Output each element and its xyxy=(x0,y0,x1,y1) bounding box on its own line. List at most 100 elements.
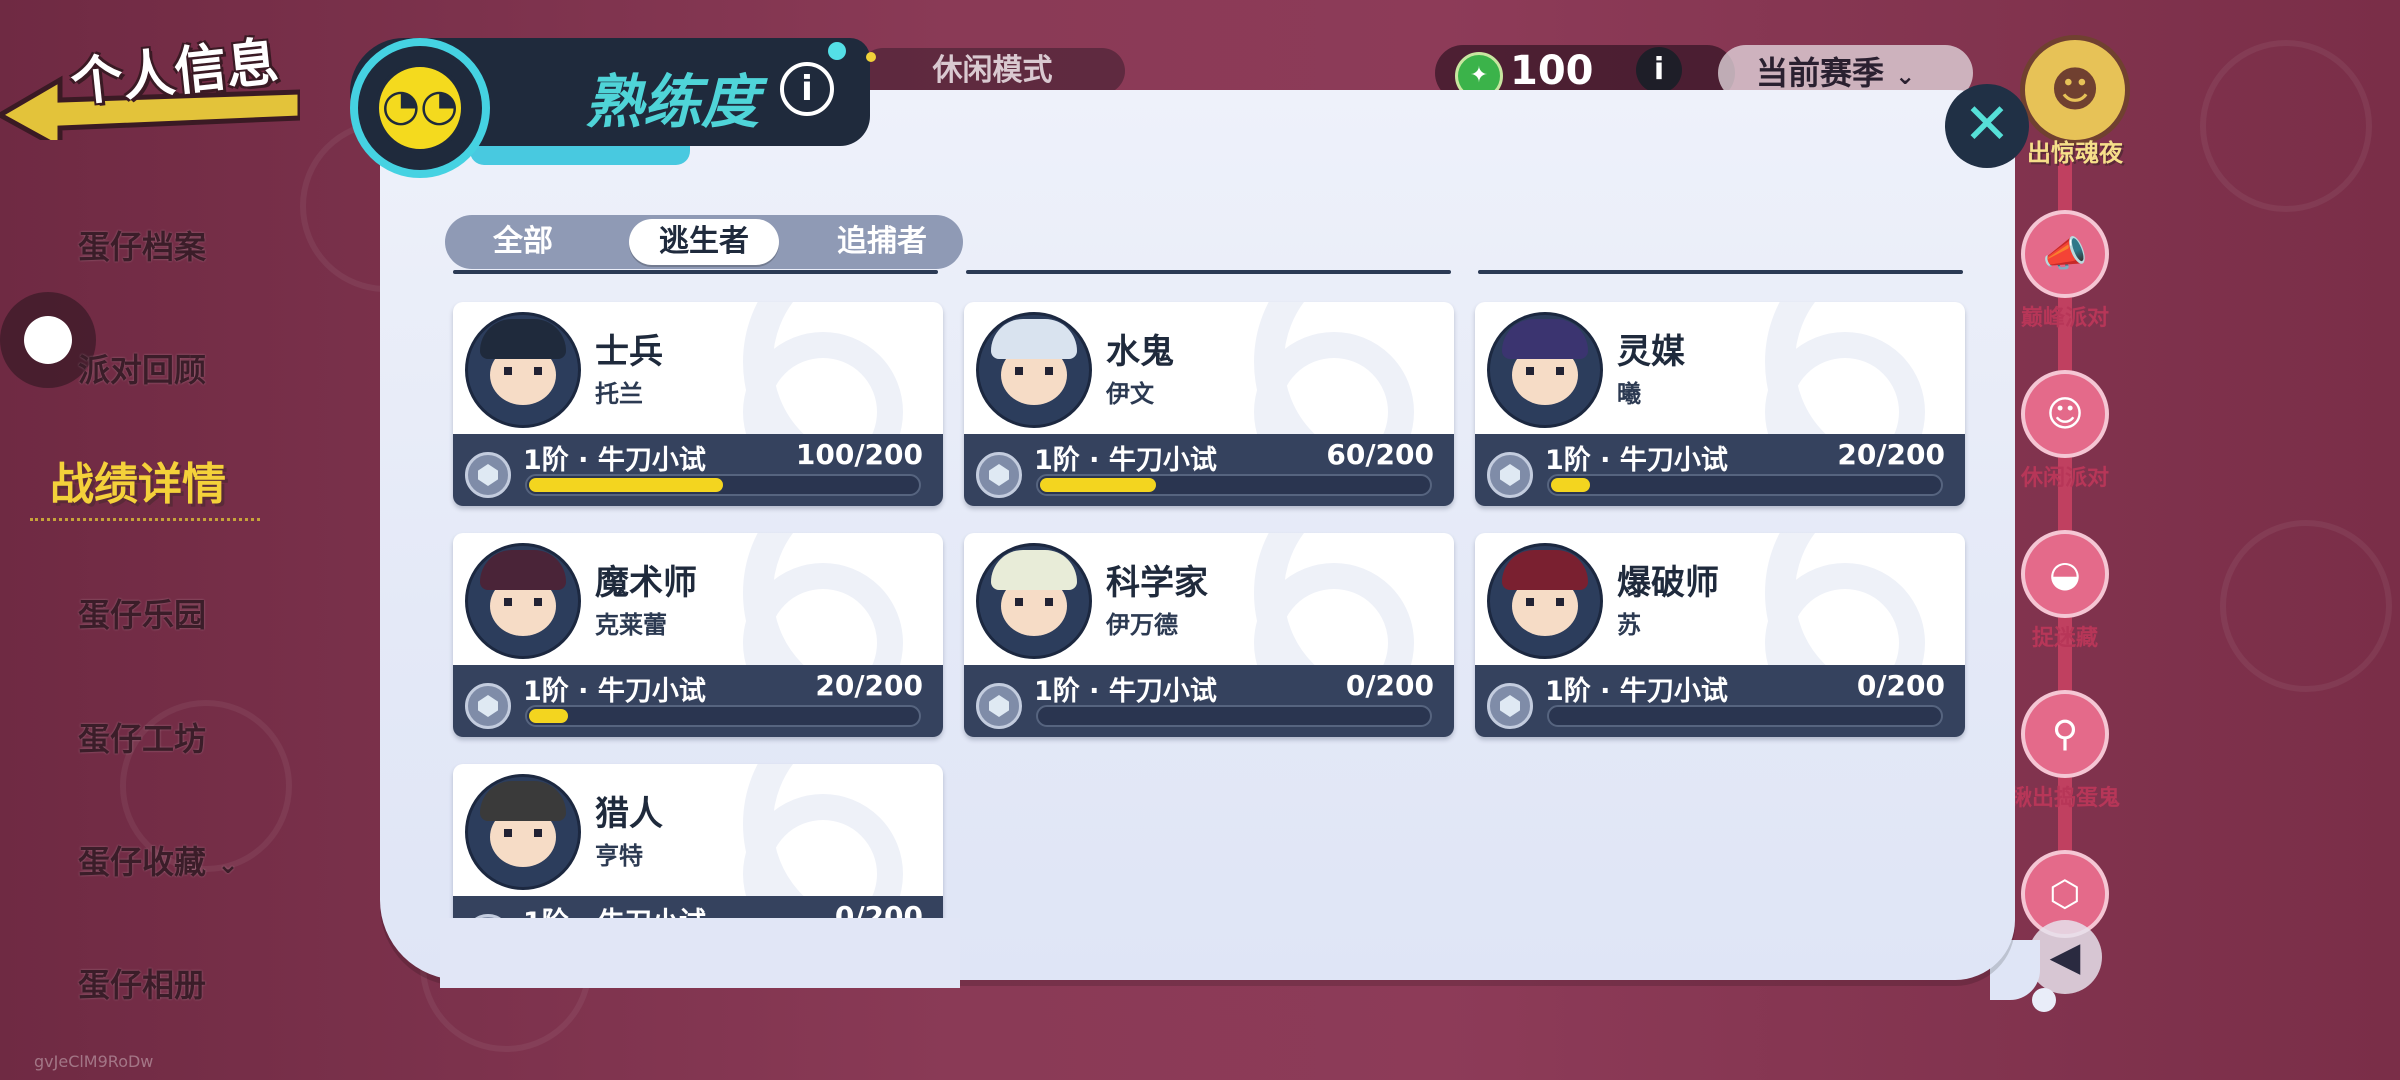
info-icon[interactable]: i xyxy=(1636,47,1682,93)
rank-label: 1阶 · 牛刀小试 xyxy=(1034,676,1217,707)
progress-count: 60/200 xyxy=(1326,438,1434,471)
progress-count: 0/200 xyxy=(1345,669,1434,702)
mode-label: 巅峰派对 xyxy=(2020,306,2109,331)
rank-gem-icon xyxy=(465,683,511,729)
megaphone-icon: 📣 xyxy=(2021,210,2109,298)
character-subname: 伊文 xyxy=(1106,380,1154,408)
chevron-down-icon: ⌄ xyxy=(217,850,239,880)
chevron-down-icon: ⌄ xyxy=(1895,62,1916,90)
role-tabs: 全部 逃生者 追捕者 xyxy=(445,215,963,269)
rank-label: 1阶 · 牛刀小试 xyxy=(1545,676,1728,707)
coin-value: 100 xyxy=(1510,48,1594,94)
proficiency-bar: 1阶 · 牛刀小试 100/200 xyxy=(453,434,943,506)
proficiency-bar: 1阶 · 牛刀小试 0/200 xyxy=(964,665,1454,737)
sidebar-item-party-review[interactable]: 派对回顾 xyxy=(78,345,206,391)
character-avatar xyxy=(465,543,581,659)
sidebar-item-record-details[interactable]: 战绩详情 xyxy=(50,448,226,512)
character-avatar xyxy=(976,543,1092,659)
character-avatar xyxy=(1487,312,1603,428)
progress-fill xyxy=(1040,478,1156,492)
tab-hunter[interactable]: 追捕者 xyxy=(807,219,957,265)
character-subname: 曦 xyxy=(1617,380,1641,408)
mode-label: 捉迷藏 xyxy=(2031,626,2098,651)
mode-item-catch-troublemaker[interactable]: ⚲ 揪出捣蛋鬼 xyxy=(1995,690,2135,812)
season-label: 当前赛季 xyxy=(1756,54,1885,92)
character-avatar xyxy=(976,312,1092,428)
character-avatar xyxy=(1487,543,1603,659)
character-subname: 托兰 xyxy=(595,380,643,408)
progress-track xyxy=(1036,705,1432,727)
sidebar-item-profile[interactable]: 蛋仔档案 xyxy=(78,222,206,268)
tab-survivor[interactable]: 逃生者 xyxy=(629,219,779,265)
decor-dot xyxy=(866,52,876,62)
character-name: 灵媒 xyxy=(1617,332,1685,372)
progress-track xyxy=(525,705,921,727)
character-name: 科学家 xyxy=(1106,563,1208,603)
rank-label: 1阶 · 牛刀小试 xyxy=(523,676,706,707)
rank-gem-icon xyxy=(976,683,1022,729)
rank-gem-icon xyxy=(1487,683,1533,729)
character-subname: 苏 xyxy=(1617,611,1641,639)
watermark: gvJeClM9RoDw xyxy=(34,1052,154,1071)
rank-label: 1阶 · 牛刀小试 xyxy=(1034,445,1217,476)
info-icon[interactable]: i xyxy=(780,62,834,116)
mode-item-casual-party[interactable]: ☺ 休闲派对 xyxy=(1995,370,2135,492)
character-card[interactable]: 魔术师克莱蕾 1阶 · 牛刀小试 20/200 xyxy=(453,533,943,737)
character-name: 魔术师 xyxy=(595,563,697,603)
close-icon[interactable]: ✕ xyxy=(1945,84,2029,168)
decor-dot xyxy=(828,42,846,60)
progress-fill xyxy=(1551,478,1590,492)
character-card[interactable]: 水鬼伊文 1阶 · 牛刀小试 60/200 xyxy=(964,302,1454,506)
character-name: 猎人 xyxy=(595,794,663,834)
ghost-night-icon: ☻ xyxy=(2020,35,2130,145)
progress-count: 20/200 xyxy=(1837,438,1945,471)
mode-top[interactable]: ☻ 出惊魂夜 xyxy=(2010,35,2140,168)
character-card[interactable]: 科学家 伊万德 1阶 · 牛刀小试 0/200 xyxy=(964,533,1454,737)
active-underline xyxy=(30,518,260,521)
mode-item-peak-party[interactable]: 📣 巅峰派对 xyxy=(1995,210,2135,332)
mode-label: 揪出捣蛋鬼 xyxy=(2009,786,2120,811)
proficiency-bar: 1阶 · 牛刀小试 0/200 xyxy=(1475,665,1965,737)
progress-track xyxy=(1036,474,1432,496)
character-name: 士兵 xyxy=(595,332,663,372)
progress-track xyxy=(1547,705,1943,727)
character-name: 水鬼 xyxy=(1106,332,1174,372)
sidebar-item-album[interactable]: 蛋仔相册 xyxy=(78,960,206,1006)
egg-logo-icon: ◔◔ xyxy=(350,38,490,178)
progress-count: 20/200 xyxy=(815,669,923,702)
character-card[interactable]: 士兵托兰 1阶 · 牛刀小试 100/200 xyxy=(453,302,943,506)
scroll-edge-line xyxy=(1478,270,1963,274)
character-subname: 克莱蕾 xyxy=(595,611,667,639)
sidebar-item-workshop[interactable]: 蛋仔工坊 xyxy=(78,714,206,760)
magnifier-icon: ⚲ xyxy=(2021,690,2109,778)
character-card[interactable]: 灵媒曦 1阶 · 牛刀小试 20/200 xyxy=(1475,302,1965,506)
character-card[interactable]: 爆破师苏 1阶 · 牛刀小试 0/200 xyxy=(1475,533,1965,737)
rank-gem-icon xyxy=(1487,452,1533,498)
mode-pill[interactable]: 休闲模式 xyxy=(860,48,1125,94)
panel-tail-dot xyxy=(2032,988,2056,1012)
character-subname: 亨特 xyxy=(595,842,643,870)
progress-count: 100/200 xyxy=(795,438,923,471)
rank-gem-icon xyxy=(465,452,511,498)
ufo-icon: ◒ xyxy=(2021,530,2109,618)
rank-label: 1阶 · 牛刀小试 xyxy=(1545,445,1728,476)
progress-track xyxy=(1547,474,1943,496)
proficiency-bar: 1阶 · 牛刀小试 20/200 xyxy=(453,665,943,737)
mode-label: 休闲派对 xyxy=(2020,466,2109,491)
header-stripe xyxy=(470,143,690,165)
progress-count: 0/200 xyxy=(1856,669,1945,702)
proficiency-bar: 1阶 · 牛刀小试 60/200 xyxy=(964,434,1454,506)
character-avatar xyxy=(465,312,581,428)
progress-fill xyxy=(529,478,723,492)
character-name: 爆破师 xyxy=(1617,563,1719,603)
tab-all[interactable]: 全部 xyxy=(459,219,587,265)
mode-item-hide-seek[interactable]: ◒ 捉迷藏 xyxy=(1995,530,2135,652)
rank-label: 1阶 · 牛刀小试 xyxy=(523,445,706,476)
sidebar-item-label: 蛋仔收藏 xyxy=(78,843,207,881)
sidebar-item-collection[interactable]: 蛋仔收藏 ⌄ xyxy=(78,837,239,883)
mode-label: 出惊魂夜 xyxy=(2027,139,2123,167)
scroll-clip xyxy=(440,918,960,988)
sidebar-item-paradise[interactable]: 蛋仔乐园 xyxy=(78,590,206,636)
progress-track xyxy=(525,474,921,496)
scroll-edge-line xyxy=(966,270,1451,274)
